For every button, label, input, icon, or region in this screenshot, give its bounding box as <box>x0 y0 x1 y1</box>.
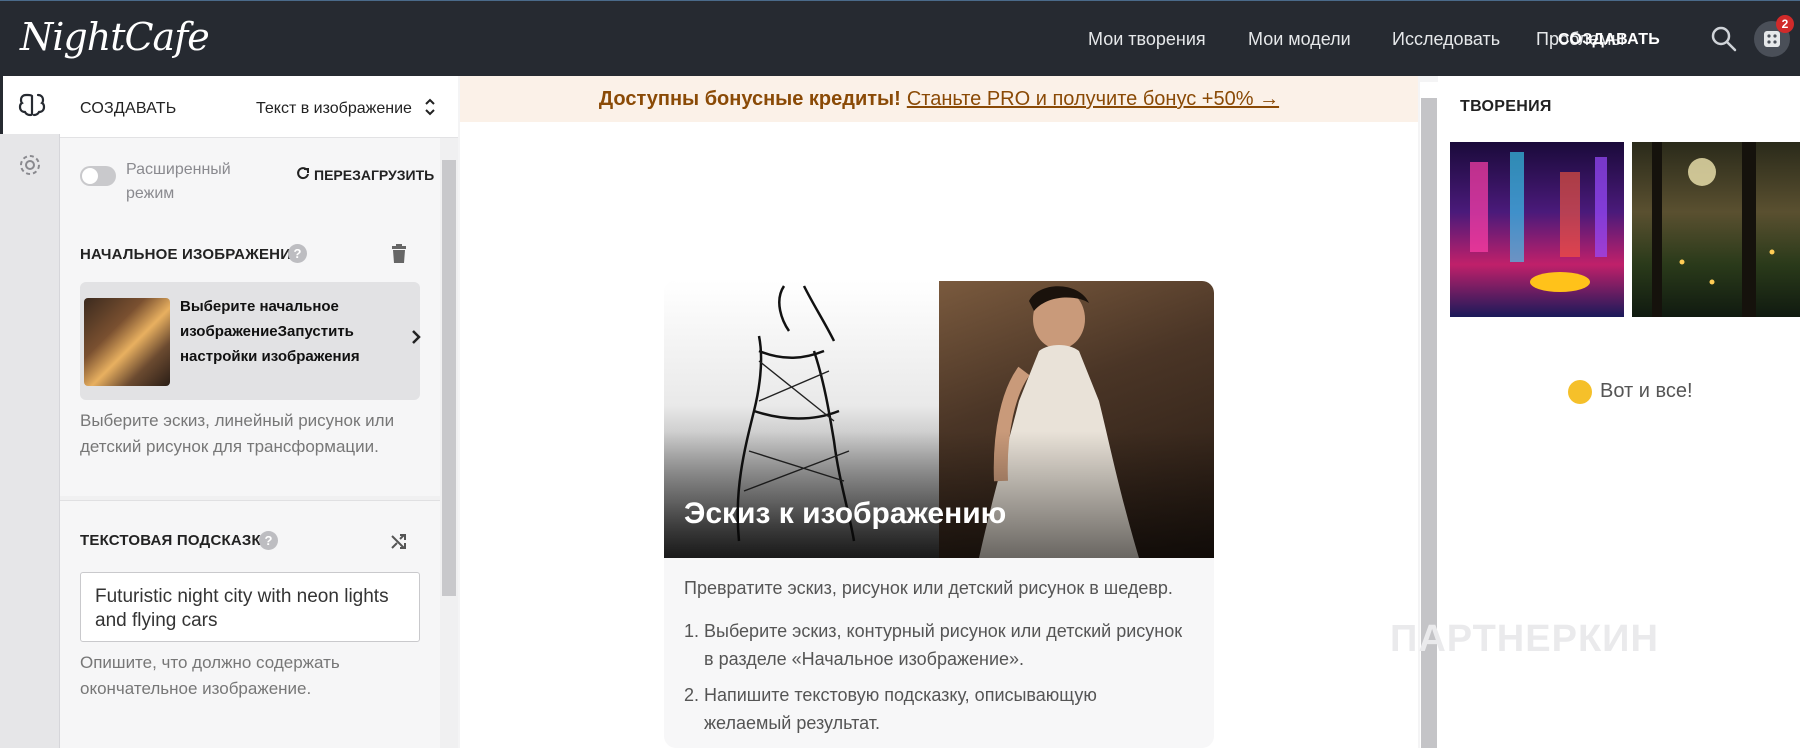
advanced-mode-toggle[interactable] <box>80 166 116 186</box>
text-prompt-label: ТЕКСТОВАЯ ПОДСКАЗКА <box>80 532 272 549</box>
go-pro-link[interactable]: Станьте PRO и получите бонус +50% → <box>907 88 1279 110</box>
nightcafe-logo[interactable]: NightCafe <box>20 15 210 59</box>
surprised-emoji-icon <box>1568 380 1592 404</box>
nav-my-models[interactable]: Мои модели <box>1248 29 1351 50</box>
advanced-mode-label: Расширенный режим <box>126 161 231 202</box>
creations-title: ТВОРЕНИЯ <box>1460 98 1552 115</box>
help-icon[interactable]: ? <box>259 531 278 550</box>
watermark: ПАРТНЕРКИН <box>1390 618 1659 660</box>
card-steps: 1. Выберите эскиз, контурный рисунок или … <box>684 617 1184 745</box>
end-of-list-text: Вот и все! <box>1600 380 1693 402</box>
main-content: Доступны бонусные кредиты! Станьте PRO и … <box>460 76 1418 748</box>
prompt-textarea[interactable]: Futuristic night city with neon lights a… <box>80 572 420 642</box>
top-navbar: NightCafe Мои творения Мои модели Исслед… <box>0 0 1800 76</box>
nav-my-creations[interactable]: Мои творения <box>1088 29 1206 50</box>
creation-thumbnail[interactable] <box>1450 142 1624 317</box>
reload-button[interactable]: ПЕРЕЗАГРУЗИТЬ <box>314 167 434 183</box>
nav-explore[interactable]: Исследовать <box>1392 29 1500 50</box>
initial-image-label: НАЧАЛЬНОЕ ИЗОБРАЖЕНИЕ <box>80 246 302 263</box>
search-icon[interactable] <box>1710 25 1738 53</box>
text-prompt-hint: Опишите, что должно содержать окончатель… <box>80 653 340 698</box>
chevron-right-icon <box>410 328 422 351</box>
left-panel-scrollbar[interactable] <box>440 138 458 748</box>
initial-image-card[interactable]: Выберите начальное изображениеЗапустить … <box>80 282 422 400</box>
initial-image-card-text: Выберите начальное изображениеЗапустить … <box>180 298 360 365</box>
settings-gear-icon[interactable] <box>17 152 43 183</box>
bonus-banner-text: Доступны бонусные кредиты! <box>598 88 901 110</box>
notification-badge: 2 <box>1776 15 1794 33</box>
reload-icon[interactable] <box>296 166 310 185</box>
card-description: Превратите эскиз, рисунок или детский ри… <box>684 578 1173 598</box>
select-caret-icon[interactable] <box>424 96 436 123</box>
card-title: Эскиз к изображению <box>684 497 1007 530</box>
help-icon[interactable]: ? <box>288 244 307 263</box>
nav-create-button[interactable]: СОЗДАВАТЬ <box>1558 31 1660 49</box>
panel-title: СОЗДАВАТЬ <box>80 100 177 117</box>
initial-image-thumbnail <box>84 298 170 386</box>
sketch-to-image-card: Эскиз к изображению Превратите эскиз, ри… <box>664 281 1214 748</box>
list-item: 1. Выберите эскиз, контурный рисунок или … <box>684 621 1183 669</box>
list-item: 2. Напишите текстовую подсказку, описываю… <box>684 685 1097 733</box>
card-hero-image: Эскиз к изображению <box>664 281 1214 558</box>
initial-image-hint: Выберите эскиз, линейный рисунок или дет… <box>80 411 395 456</box>
trash-icon[interactable] <box>391 244 407 269</box>
creation-thumbnail[interactable] <box>1632 142 1800 317</box>
bonus-banner: Доступны бонусные кредиты! Станьте PRO и … <box>460 76 1418 122</box>
create-brain-icon[interactable] <box>0 76 60 134</box>
mode-select[interactable]: Текст в изображение <box>256 100 412 118</box>
panel-header: СОЗДАВАТЬ Текст в изображение <box>60 76 458 138</box>
shuffle-icon[interactable] <box>390 532 408 555</box>
left-icon-rail <box>0 76 60 748</box>
